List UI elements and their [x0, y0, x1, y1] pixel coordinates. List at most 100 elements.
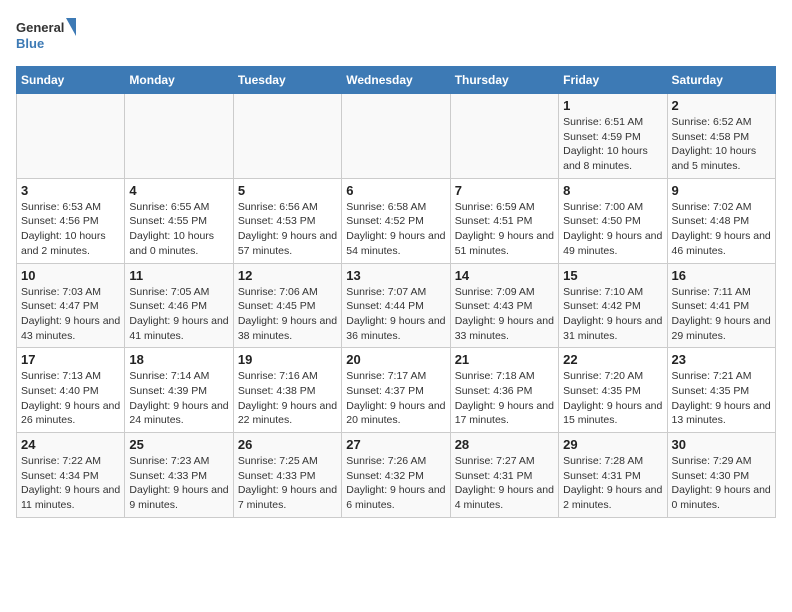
day-info: Sunrise: 6:55 AM Sunset: 4:55 PM Dayligh… [129, 200, 228, 259]
weekday-header-tuesday: Tuesday [233, 67, 341, 94]
day-number: 17 [21, 352, 120, 367]
day-info: Sunrise: 7:02 AM Sunset: 4:48 PM Dayligh… [672, 200, 771, 259]
day-info: Sunrise: 7:27 AM Sunset: 4:31 PM Dayligh… [455, 454, 554, 513]
day-number: 23 [672, 352, 771, 367]
day-number: 11 [129, 268, 228, 283]
day-number: 25 [129, 437, 228, 452]
day-info: Sunrise: 7:06 AM Sunset: 4:45 PM Dayligh… [238, 285, 337, 344]
calendar-cell: 1 Sunrise: 6:51 AM Sunset: 4:59 PM Daylig… [559, 94, 667, 179]
day-info: Sunrise: 6:58 AM Sunset: 4:52 PM Dayligh… [346, 200, 445, 259]
calendar-cell: 2Sunrise: 6:52 AM Sunset: 4:58 PM Daylig… [667, 94, 775, 179]
calendar-cell: 30 Sunrise: 7:29 AM Sunset: 4:30 PM Dayli… [667, 433, 775, 518]
weekday-header-saturday: Saturday [667, 67, 775, 94]
day-info: Sunrise: 7:25 AM Sunset: 4:33 PM Dayligh… [238, 454, 337, 513]
day-info: Sunrise: 7:21 AM Sunset: 4:35 PM Dayligh… [672, 369, 771, 428]
day-info: Sunrise: 7:13 AM Sunset: 4:40 PM Dayligh… [21, 369, 120, 428]
calendar-cell: 6Sunrise: 6:58 AM Sunset: 4:52 PM Daylig… [342, 178, 450, 263]
calendar-week-3: 17 Sunrise: 7:13 AM Sunset: 4:40 PM Dayli… [17, 348, 776, 433]
calendar-cell [342, 94, 450, 179]
day-number: 20 [346, 352, 445, 367]
day-info: Sunrise: 6:51 AM Sunset: 4:59 PM Dayligh… [563, 115, 662, 174]
calendar-cell: 20 Sunrise: 7:17 AM Sunset: 4:37 PM Dayli… [342, 348, 450, 433]
day-number: 13 [346, 268, 445, 283]
calendar-cell: 17 Sunrise: 7:13 AM Sunset: 4:40 PM Dayli… [17, 348, 125, 433]
calendar-cell: 25Sunrise: 7:23 AM Sunset: 4:33 PM Dayli… [125, 433, 233, 518]
calendar-cell: 22 Sunrise: 7:20 AM Sunset: 4:35 PM Dayli… [559, 348, 667, 433]
day-info: Sunrise: 7:16 AM Sunset: 4:38 PM Dayligh… [238, 369, 337, 428]
day-number: 3 [21, 183, 120, 198]
day-info: Sunrise: 7:29 AM Sunset: 4:30 PM Dayligh… [672, 454, 771, 513]
calendar-cell: 13Sunrise: 7:07 AM Sunset: 4:44 PM Dayli… [342, 263, 450, 348]
calendar-cell: 21 Sunrise: 7:18 AM Sunset: 4:36 PM Dayli… [450, 348, 558, 433]
day-number: 30 [672, 437, 771, 452]
day-info: Sunrise: 7:17 AM Sunset: 4:37 PM Dayligh… [346, 369, 445, 428]
weekday-header-monday: Monday [125, 67, 233, 94]
calendar-week-2: 10 Sunrise: 7:03 AM Sunset: 4:47 PM Dayli… [17, 263, 776, 348]
calendar-cell [17, 94, 125, 179]
calendar-cell: 27 Sunrise: 7:26 AM Sunset: 4:32 PM Dayli… [342, 433, 450, 518]
logo-svg: General Blue [16, 16, 76, 54]
day-number: 10 [21, 268, 120, 283]
day-number: 14 [455, 268, 554, 283]
day-info: Sunrise: 7:28 AM Sunset: 4:31 PM Dayligh… [563, 454, 662, 513]
day-number: 21 [455, 352, 554, 367]
calendar-cell: 10 Sunrise: 7:03 AM Sunset: 4:47 PM Dayli… [17, 263, 125, 348]
svg-text:Blue: Blue [16, 36, 44, 51]
day-info: Sunrise: 7:03 AM Sunset: 4:47 PM Dayligh… [21, 285, 120, 344]
calendar-week-4: 24 Sunrise: 7:22 AM Sunset: 4:34 PM Dayli… [17, 433, 776, 518]
day-number: 16 [672, 268, 771, 283]
day-number: 29 [563, 437, 662, 452]
calendar-cell: 23 Sunrise: 7:21 AM Sunset: 4:35 PM Dayli… [667, 348, 775, 433]
day-number: 18 [129, 352, 228, 367]
calendar-week-1: 3 Sunrise: 6:53 AM Sunset: 4:56 PM Daylig… [17, 178, 776, 263]
calendar-cell: 3 Sunrise: 6:53 AM Sunset: 4:56 PM Daylig… [17, 178, 125, 263]
day-number: 19 [238, 352, 337, 367]
day-info: Sunrise: 6:53 AM Sunset: 4:56 PM Dayligh… [21, 200, 120, 259]
calendar-cell [125, 94, 233, 179]
calendar-cell: 29 Sunrise: 7:28 AM Sunset: 4:31 PM Dayli… [559, 433, 667, 518]
calendar-cell: 26 Sunrise: 7:25 AM Sunset: 4:33 PM Dayli… [233, 433, 341, 518]
day-number: 4 [129, 183, 228, 198]
day-number: 15 [563, 268, 662, 283]
day-number: 9 [672, 183, 771, 198]
day-info: Sunrise: 7:18 AM Sunset: 4:36 PM Dayligh… [455, 369, 554, 428]
calendar-cell: 15Sunrise: 7:10 AM Sunset: 4:42 PM Dayli… [559, 263, 667, 348]
day-number: 5 [238, 183, 337, 198]
calendar-cell: 19 Sunrise: 7:16 AM Sunset: 4:38 PM Dayli… [233, 348, 341, 433]
calendar-table: SundayMondayTuesdayWednesdayThursdayFrid… [16, 66, 776, 518]
day-info: Sunrise: 7:00 AM Sunset: 4:50 PM Dayligh… [563, 200, 662, 259]
day-info: Sunrise: 6:56 AM Sunset: 4:53 PM Dayligh… [238, 200, 337, 259]
calendar-cell: 11 Sunrise: 7:05 AM Sunset: 4:46 PM Dayli… [125, 263, 233, 348]
logo: General Blue [16, 16, 76, 54]
calendar-cell: 8Sunrise: 7:00 AM Sunset: 4:50 PM Daylig… [559, 178, 667, 263]
calendar-cell: 14 Sunrise: 7:09 AM Sunset: 4:43 PM Dayli… [450, 263, 558, 348]
day-info: Sunrise: 7:05 AM Sunset: 4:46 PM Dayligh… [129, 285, 228, 344]
day-info: Sunrise: 6:59 AM Sunset: 4:51 PM Dayligh… [455, 200, 554, 259]
calendar-cell: 18Sunrise: 7:14 AM Sunset: 4:39 PM Dayli… [125, 348, 233, 433]
day-number: 7 [455, 183, 554, 198]
calendar-cell: 24 Sunrise: 7:22 AM Sunset: 4:34 PM Dayli… [17, 433, 125, 518]
day-number: 12 [238, 268, 337, 283]
day-number: 26 [238, 437, 337, 452]
weekday-header-sunday: Sunday [17, 67, 125, 94]
day-number: 28 [455, 437, 554, 452]
day-info: Sunrise: 7:22 AM Sunset: 4:34 PM Dayligh… [21, 454, 120, 513]
calendar-cell: 16Sunrise: 7:11 AM Sunset: 4:41 PM Dayli… [667, 263, 775, 348]
day-number: 22 [563, 352, 662, 367]
calendar-cell: 12 Sunrise: 7:06 AM Sunset: 4:45 PM Dayli… [233, 263, 341, 348]
calendar-cell: 5 Sunrise: 6:56 AM Sunset: 4:53 PM Daylig… [233, 178, 341, 263]
weekday-header-thursday: Thursday [450, 67, 558, 94]
calendar-week-0: 1 Sunrise: 6:51 AM Sunset: 4:59 PM Daylig… [17, 94, 776, 179]
day-number: 2 [672, 98, 771, 113]
day-number: 1 [563, 98, 662, 113]
page-header: General Blue [16, 16, 776, 54]
day-number: 27 [346, 437, 445, 452]
day-info: Sunrise: 7:09 AM Sunset: 4:43 PM Dayligh… [455, 285, 554, 344]
day-number: 24 [21, 437, 120, 452]
calendar-cell: 4 Sunrise: 6:55 AM Sunset: 4:55 PM Daylig… [125, 178, 233, 263]
day-info: Sunrise: 7:26 AM Sunset: 4:32 PM Dayligh… [346, 454, 445, 513]
weekday-header-friday: Friday [559, 67, 667, 94]
calendar-cell [450, 94, 558, 179]
weekday-header-wednesday: Wednesday [342, 67, 450, 94]
day-info: Sunrise: 7:20 AM Sunset: 4:35 PM Dayligh… [563, 369, 662, 428]
